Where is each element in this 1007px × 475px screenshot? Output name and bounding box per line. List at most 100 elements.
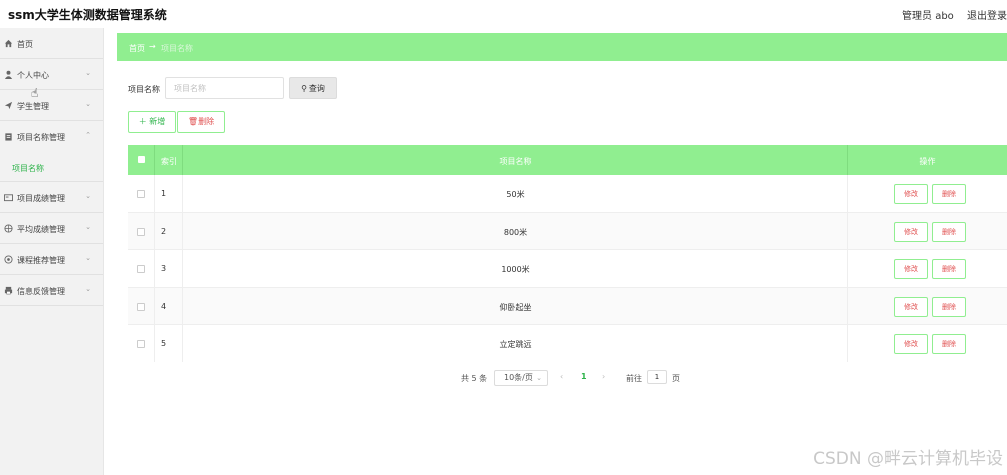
card-icon	[4, 193, 13, 202]
column-header-name: 项目名称	[499, 157, 532, 166]
edit-button[interactable]: 修改	[894, 259, 928, 280]
delete-button[interactable]: 删除	[932, 334, 966, 355]
sidebar-item-project-name-management[interactable]: 项目名称管理 ⌃	[0, 121, 103, 152]
row-checkbox[interactable]	[137, 340, 145, 349]
table-row: 5 立定跳远 修改 删除	[128, 325, 1007, 363]
chevron-down-icon: ⌄	[85, 254, 91, 262]
add-button[interactable]: ＋ 新增	[128, 111, 176, 133]
sidebar-item-personal-center[interactable]: 个人中心 ⌄	[0, 59, 103, 90]
watermark: CSDN @畔云计算机毕设	[813, 449, 1003, 469]
sidebar-item-feedback-management[interactable]: 信息反馈管理 ⌄	[0, 275, 103, 306]
table-row: 3 1000米 修改 删除	[128, 250, 1007, 288]
sidebar-item-label: 学生管理	[17, 102, 49, 111]
column-divider	[154, 250, 155, 288]
chevron-down-icon: ⌄	[85, 223, 91, 231]
breadcrumb-home[interactable]: 首页	[129, 43, 145, 54]
next-page-button[interactable]: ›	[602, 372, 605, 381]
row-name: 立定跳远	[499, 340, 532, 350]
edit-button[interactable]: 修改	[894, 221, 928, 242]
chevron-down-icon: ⌄	[85, 69, 91, 77]
column-divider	[847, 212, 848, 250]
sidebar-subitem-label: 项目名称	[12, 164, 44, 173]
add-button-label: 新增	[149, 117, 166, 126]
column-divider	[154, 212, 155, 250]
search-button[interactable]: ⚲ 查询	[289, 77, 337, 99]
mouse-cursor-icon: ☝	[31, 86, 39, 100]
main-content: 首页 → 项目名称 项目名称 ⚲查询 ＋ 新增 🗑删除 索引 项目名称 操作 1…	[117, 33, 1007, 395]
page-size-select[interactable]: 10条/页 ⌄	[494, 370, 548, 386]
delete-button[interactable]: 删除	[932, 296, 966, 317]
sidebar-item-label: 课程推荐管理	[17, 256, 65, 265]
row-name: 仰卧起坐	[499, 302, 532, 312]
sidebar-item-home[interactable]: 首页	[0, 28, 103, 59]
row-index: 3	[161, 264, 167, 274]
delete-button-label: 删除	[198, 117, 215, 126]
page-suffix: 页	[672, 374, 680, 383]
page-number-button[interactable]: 1	[581, 372, 587, 381]
home-icon	[4, 39, 13, 48]
column-header-index: 索引	[161, 157, 177, 166]
delete-button[interactable]: 删除	[932, 221, 966, 242]
edit-button[interactable]: 修改	[894, 334, 928, 355]
search-input[interactable]	[165, 77, 284, 99]
column-divider	[847, 175, 848, 212]
column-divider	[154, 325, 155, 363]
table-row: 1 50米 修改 删除	[128, 175, 1007, 213]
edit-button[interactable]: 修改	[894, 184, 928, 204]
prev-page-button[interactable]: ‹	[560, 372, 563, 381]
edit-button[interactable]: 修改	[894, 296, 928, 317]
select-all-checkbox[interactable]	[138, 156, 145, 163]
sidebar-item-label: 项目名称管理	[17, 133, 65, 142]
table-header: 索引 项目名称 操作	[128, 145, 1007, 175]
data-table: 索引 项目名称 操作 1 50米 修改 删除 2 800米 修改 删除 3 10…	[128, 145, 1007, 363]
sidebar-item-label: 项目成绩管理	[17, 194, 65, 203]
trash-icon: 🗑	[187, 117, 199, 126]
table-row: 4 仰卧起坐 修改 删除	[128, 287, 1007, 326]
sidebar-subitem-project-name[interactable]: 项目名称	[0, 152, 103, 182]
sidebar-item-label: 个人中心	[17, 71, 49, 80]
user-label: 管理员 abo	[902, 11, 954, 22]
sidebar: 首页 个人中心 ⌄ 学生管理 ⌄ 项目名称管理 ⌃ 项目名称 项目成绩管理 ⌄	[0, 28, 104, 475]
column-divider	[154, 287, 155, 325]
table-row: 2 800米 修改 删除	[128, 212, 1007, 251]
breadcrumb: 首页 → 项目名称	[117, 33, 1007, 61]
batch-delete-button[interactable]: 🗑删除	[177, 111, 225, 133]
row-checkbox[interactable]	[137, 265, 145, 274]
logout-link[interactable]: 退出登录	[967, 11, 1007, 22]
row-name: 1000米	[501, 265, 530, 275]
chevron-down-icon: ⌄	[85, 192, 91, 200]
column-header-operations: 操作	[919, 157, 936, 166]
column-divider	[154, 145, 155, 175]
app-title: ssm大学生体测数据管理系统	[8, 8, 167, 22]
delete-button[interactable]: 删除	[932, 184, 966, 204]
row-checkbox[interactable]	[137, 302, 145, 311]
pagination-total: 共 5 条	[461, 374, 488, 383]
plus-icon: ＋	[138, 117, 147, 126]
sidebar-item-label: 首页	[17, 40, 33, 49]
column-divider	[154, 175, 155, 212]
sidebar-item-average-score-management[interactable]: 平均成绩管理 ⌄	[0, 213, 103, 244]
delete-button[interactable]: 删除	[932, 259, 966, 280]
clipboard-icon	[4, 132, 13, 141]
breadcrumb-current: 项目名称	[161, 44, 193, 53]
chevron-up-icon: ⌃	[85, 131, 91, 139]
search-label: 项目名称	[128, 85, 160, 94]
chevron-down-icon: ⌄	[536, 374, 542, 382]
sidebar-item-course-recommendation-management[interactable]: 课程推荐管理 ⌄	[0, 244, 103, 275]
sidebar-item-student-management[interactable]: 学生管理 ⌄	[0, 90, 103, 121]
search-button-label: 查询	[308, 83, 325, 93]
chevron-down-icon: ⌄	[85, 285, 91, 293]
user-icon	[4, 70, 13, 79]
row-checkbox[interactable]	[137, 227, 145, 236]
goto-label: 前往	[626, 374, 642, 383]
top-header: ssm大学生体测数据管理系统 管理员 abo 退出登录	[0, 0, 1007, 28]
row-index: 1	[161, 189, 167, 198]
row-checkbox[interactable]	[137, 190, 145, 198]
column-divider	[847, 325, 848, 363]
sidebar-item-label: 信息反馈管理	[17, 287, 65, 296]
sidebar-item-project-score-management[interactable]: 项目成绩管理 ⌄	[0, 182, 103, 213]
row-index: 5	[161, 339, 167, 349]
goto-page-input[interactable]	[647, 370, 667, 384]
row-name: 800米	[503, 227, 528, 237]
row-index: 2	[161, 226, 167, 236]
